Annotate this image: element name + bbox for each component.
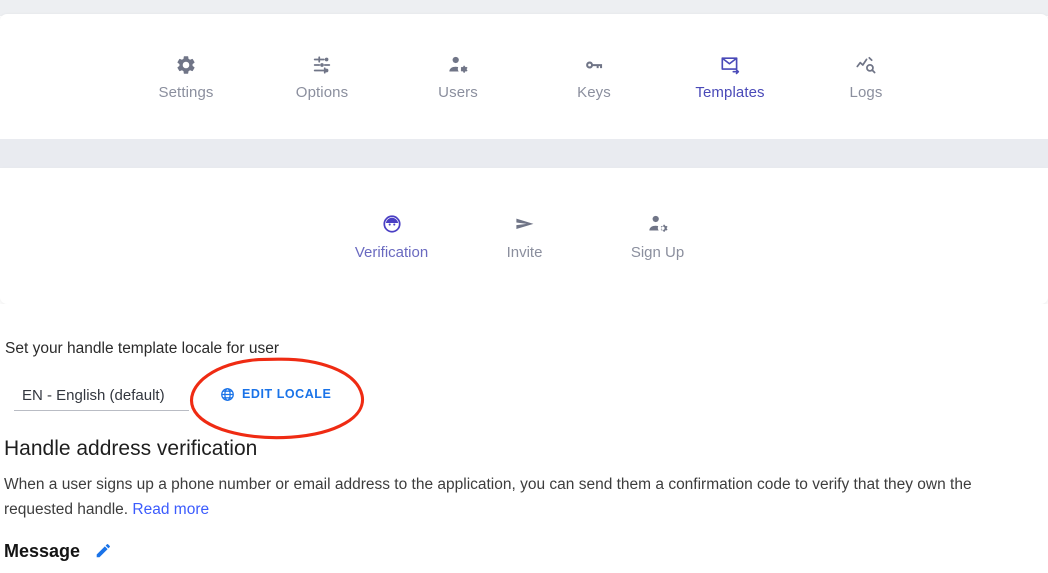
message-heading-row: Message xyxy=(4,541,113,560)
key-icon xyxy=(583,54,605,76)
account-face-circle-icon xyxy=(381,213,403,235)
tab-label: Verification xyxy=(354,243,429,261)
nav-item-keys[interactable]: Keys xyxy=(526,54,662,100)
nav-label: Users xyxy=(438,83,478,101)
nav-label: Keys xyxy=(577,83,611,101)
manage-accounts-icon xyxy=(447,54,469,76)
nav-item-settings[interactable]: Settings xyxy=(118,54,254,100)
pencil-edit-icon xyxy=(94,541,113,560)
gear-icon xyxy=(175,54,197,76)
page-root: Settings Options Users Keys Templates Lo… xyxy=(0,0,1048,573)
send-icon xyxy=(514,213,536,235)
tab-label: Invite xyxy=(506,243,543,261)
primary-nav-card: Settings Options Users Keys Templates Lo… xyxy=(0,14,1048,139)
primary-nav-row: Settings Options Users Keys Templates Lo… xyxy=(0,14,1048,139)
tab-verification[interactable]: Verification xyxy=(325,213,458,260)
nav-label: Templates xyxy=(695,83,765,101)
edit-locale-button[interactable]: EDIT LOCALE xyxy=(218,384,333,405)
nav-item-logs[interactable]: Logs xyxy=(798,54,934,100)
query-stats-icon xyxy=(855,54,877,76)
message-title: Message xyxy=(4,540,81,561)
manage-accounts-icon xyxy=(647,213,669,235)
nav-item-users[interactable]: Users xyxy=(390,54,526,100)
template-type-nav-card: Verification Invite Sign Up xyxy=(0,168,1048,304)
section-description: When a user signs up a phone number or e… xyxy=(4,472,1044,522)
nav-item-options[interactable]: Options xyxy=(254,54,390,100)
tab-sign-up[interactable]: Sign Up xyxy=(591,213,724,260)
main-content: Set your handle template locale for user… xyxy=(0,304,1048,573)
edit-locale-label: EDIT LOCALE xyxy=(242,387,332,402)
section-title: Handle address verification xyxy=(4,437,258,460)
locale-select[interactable]: EN - English (default) xyxy=(14,385,189,411)
nav-label: Settings xyxy=(158,83,214,101)
tab-label: Sign Up xyxy=(630,243,685,261)
tab-invite[interactable]: Invite xyxy=(458,213,591,260)
mail-forward-icon xyxy=(719,54,741,76)
nav-label: Logs xyxy=(849,83,883,101)
read-more-link[interactable]: Read more xyxy=(132,501,209,518)
nav-item-templates[interactable]: Templates xyxy=(662,54,798,100)
section-divider-band xyxy=(0,139,1048,168)
tune-sliders-icon xyxy=(311,54,333,76)
globe-icon xyxy=(220,387,235,402)
template-type-nav-row: Verification Invite Sign Up xyxy=(0,168,1048,304)
locale-caption: Set your handle template locale for user xyxy=(5,340,279,357)
edit-message-button[interactable] xyxy=(94,541,113,560)
nav-label: Options xyxy=(295,83,349,101)
